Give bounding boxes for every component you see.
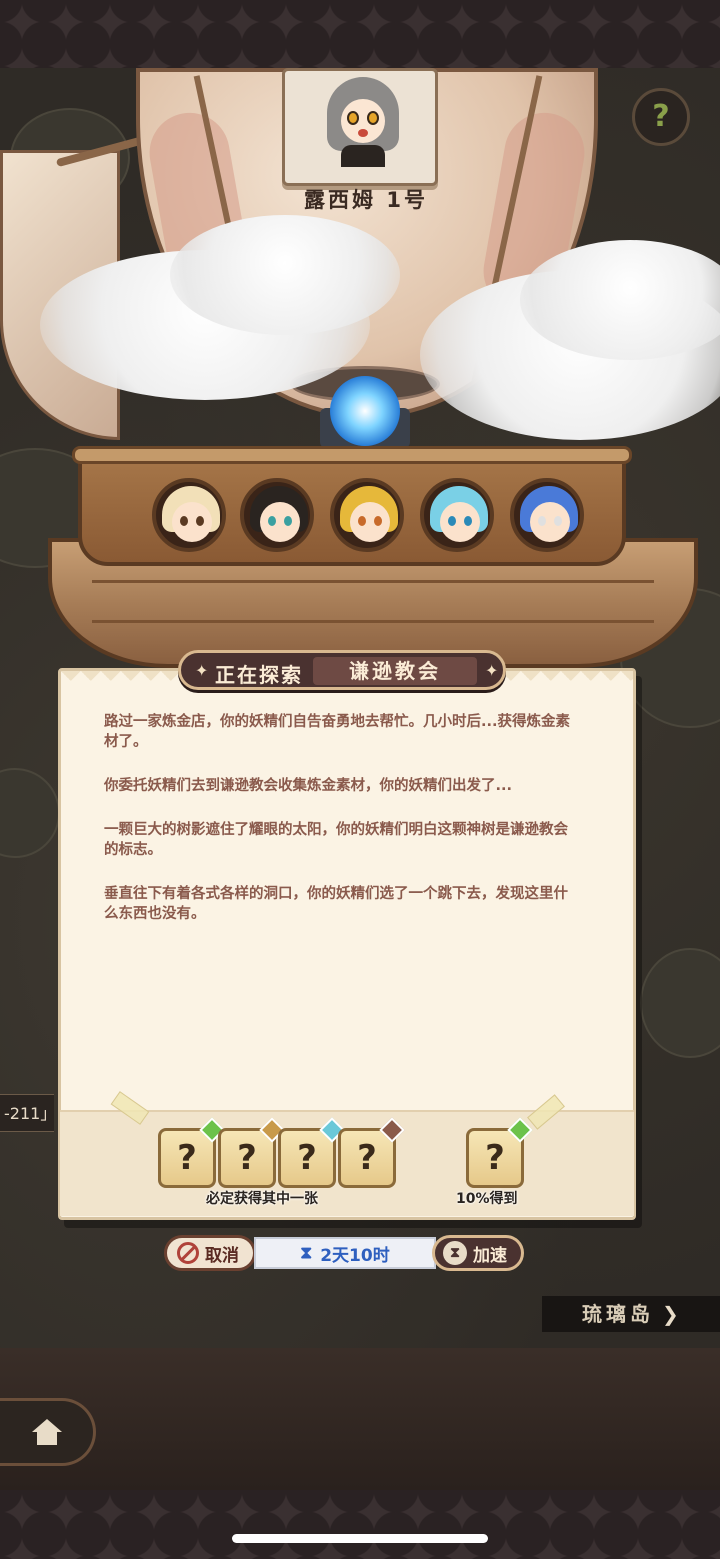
engine-glow-icon: [330, 376, 400, 446]
home-indicator[interactable]: [232, 1534, 488, 1543]
guaranteed-reward-label: 必定获得其中一张: [206, 1191, 318, 1207]
cancel-icon: [177, 1242, 199, 1264]
speed-up-button[interactable]: ⧗ 加速: [432, 1235, 524, 1271]
log-entry: 路过一家炼金店，你的妖精们自告奋勇地去帮忙。几小时后...获得炼金素材了。: [104, 714, 571, 750]
reward-card[interactable]: ?: [158, 1117, 225, 1188]
sparkle-icon: ✦: [485, 661, 499, 680]
expedition-title-bar: ✦ 正在探索 谦逊教会 ✦: [178, 650, 506, 690]
log-entry: 你委托妖精们去到谦逊教会收集炼金素材，你的妖精们出发了...: [104, 778, 513, 794]
cloud: [170, 215, 400, 335]
expedition-log: 路过一家炼金店，你的妖精们自告奋勇地去帮忙。几小时后...获得炼金素材了。 你委…: [104, 712, 574, 948]
home-icon: [31, 1419, 62, 1445]
crew-portrait[interactable]: [152, 478, 226, 552]
crew-portrait[interactable]: [330, 478, 404, 552]
home-button[interactable]: [0, 1398, 96, 1466]
chevron-right-icon: ❯: [662, 1302, 683, 1326]
sparkle-icon: ✦: [195, 661, 209, 680]
hourglass-icon: ⧗: [443, 1241, 467, 1265]
airship-name: 露西姆 1号: [304, 188, 428, 212]
chance-reward-label: 10%得到: [456, 1191, 518, 1207]
expedition-timer: ⧗ 2天10时: [254, 1237, 436, 1269]
bottom-pattern-band: [0, 1490, 720, 1559]
airship-rail: [72, 446, 632, 464]
cancel-label: 取消: [205, 1245, 239, 1266]
captain-portrait: [282, 68, 438, 186]
next-island-label: 琉璃岛: [582, 1302, 654, 1326]
top-pattern-band: [0, 0, 720, 68]
crew-portrait[interactable]: [240, 478, 314, 552]
log-entry: 垂直往下有着各式各样的洞口，你的妖精们选了一个跳下去，发现这里什么东西也没有。: [104, 886, 568, 922]
expedition-destination: 谦逊教会: [313, 657, 477, 685]
crew-portrait[interactable]: [420, 478, 494, 552]
map-area-label: -211」: [0, 1094, 56, 1132]
reward-card[interactable]: ?: [338, 1117, 405, 1188]
timer-value: 2天10时: [320, 1245, 390, 1266]
cancel-button[interactable]: 取消: [164, 1235, 256, 1271]
log-entry: 一颗巨大的树影遮住了耀眼的太阳，你的妖精们明白这颗神树是谦逊教会的标志。: [104, 822, 568, 858]
book-page-edge: [0, 1348, 720, 1490]
map-island: [0, 768, 60, 858]
map-island: [640, 948, 720, 1058]
help-icon[interactable]: ?: [632, 88, 690, 146]
reward-card[interactable]: ?: [278, 1117, 345, 1188]
crew-portrait[interactable]: [510, 478, 584, 552]
hourglass-icon: ⧗: [300, 1243, 313, 1263]
reward-card[interactable]: ?: [466, 1117, 533, 1188]
expedition-status: 正在探索: [215, 663, 303, 687]
next-island-button[interactable]: 琉璃岛 ❯: [542, 1296, 720, 1332]
reward-card[interactable]: ?: [218, 1117, 285, 1188]
speed-up-label: 加速: [473, 1245, 507, 1266]
